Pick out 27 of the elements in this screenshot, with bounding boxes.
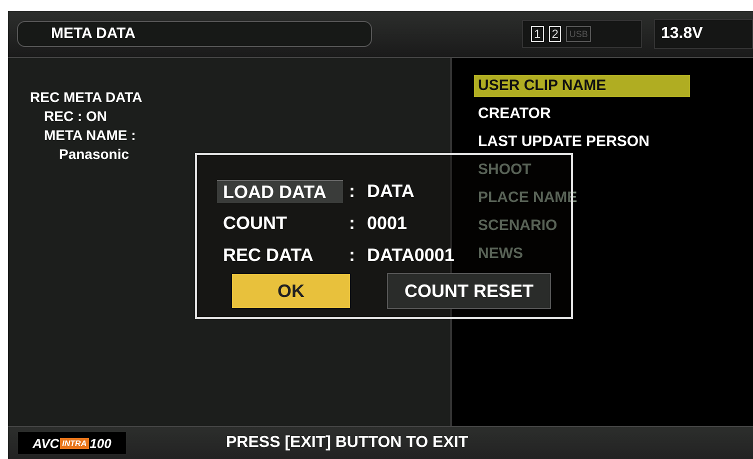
menu-item[interactable]: LAST UPDATE PERSON [474,131,690,159]
info-line: REC : ON [43,107,108,126]
meta-name-value: Panasonic [58,145,130,164]
menu-item[interactable]: USER CLIP NAME [474,75,690,97]
dialog-field-label[interactable]: COUNT [217,212,343,234]
slot-indicator: 1 [531,26,544,42]
separator: : [349,180,356,202]
dialog-button[interactable]: OK [231,273,351,309]
dialog-field-value: 0001 [367,212,408,234]
screen-title: META DATA [17,21,372,47]
separator: : [349,244,356,266]
dialog-field-label[interactable]: REC DATA [217,244,343,266]
info-line: META NAME : [43,126,137,145]
slot-indicator: USB [566,26,591,42]
dialog-field-value: DATA0001 [367,244,454,266]
dialog-field-label[interactable]: LOAD DATA [217,180,343,202]
logo-text: INTRA [60,438,89,448]
dialog-field-value: DATA [367,180,414,202]
logo-text: 100 [90,436,112,450]
separator: : [349,212,356,234]
logo-text: AVC [32,436,60,450]
slot-indicator: 2 [548,26,562,42]
menu-item[interactable]: CREATOR [474,103,690,131]
voltage-readout: 13.8V [654,19,753,49]
dialog-button[interactable]: COUNT RESET [387,273,551,309]
exit-hint: PRESS [EXIT] BUTTON TO EXIT [226,434,468,452]
info-heading: REC META DATA [30,88,144,107]
